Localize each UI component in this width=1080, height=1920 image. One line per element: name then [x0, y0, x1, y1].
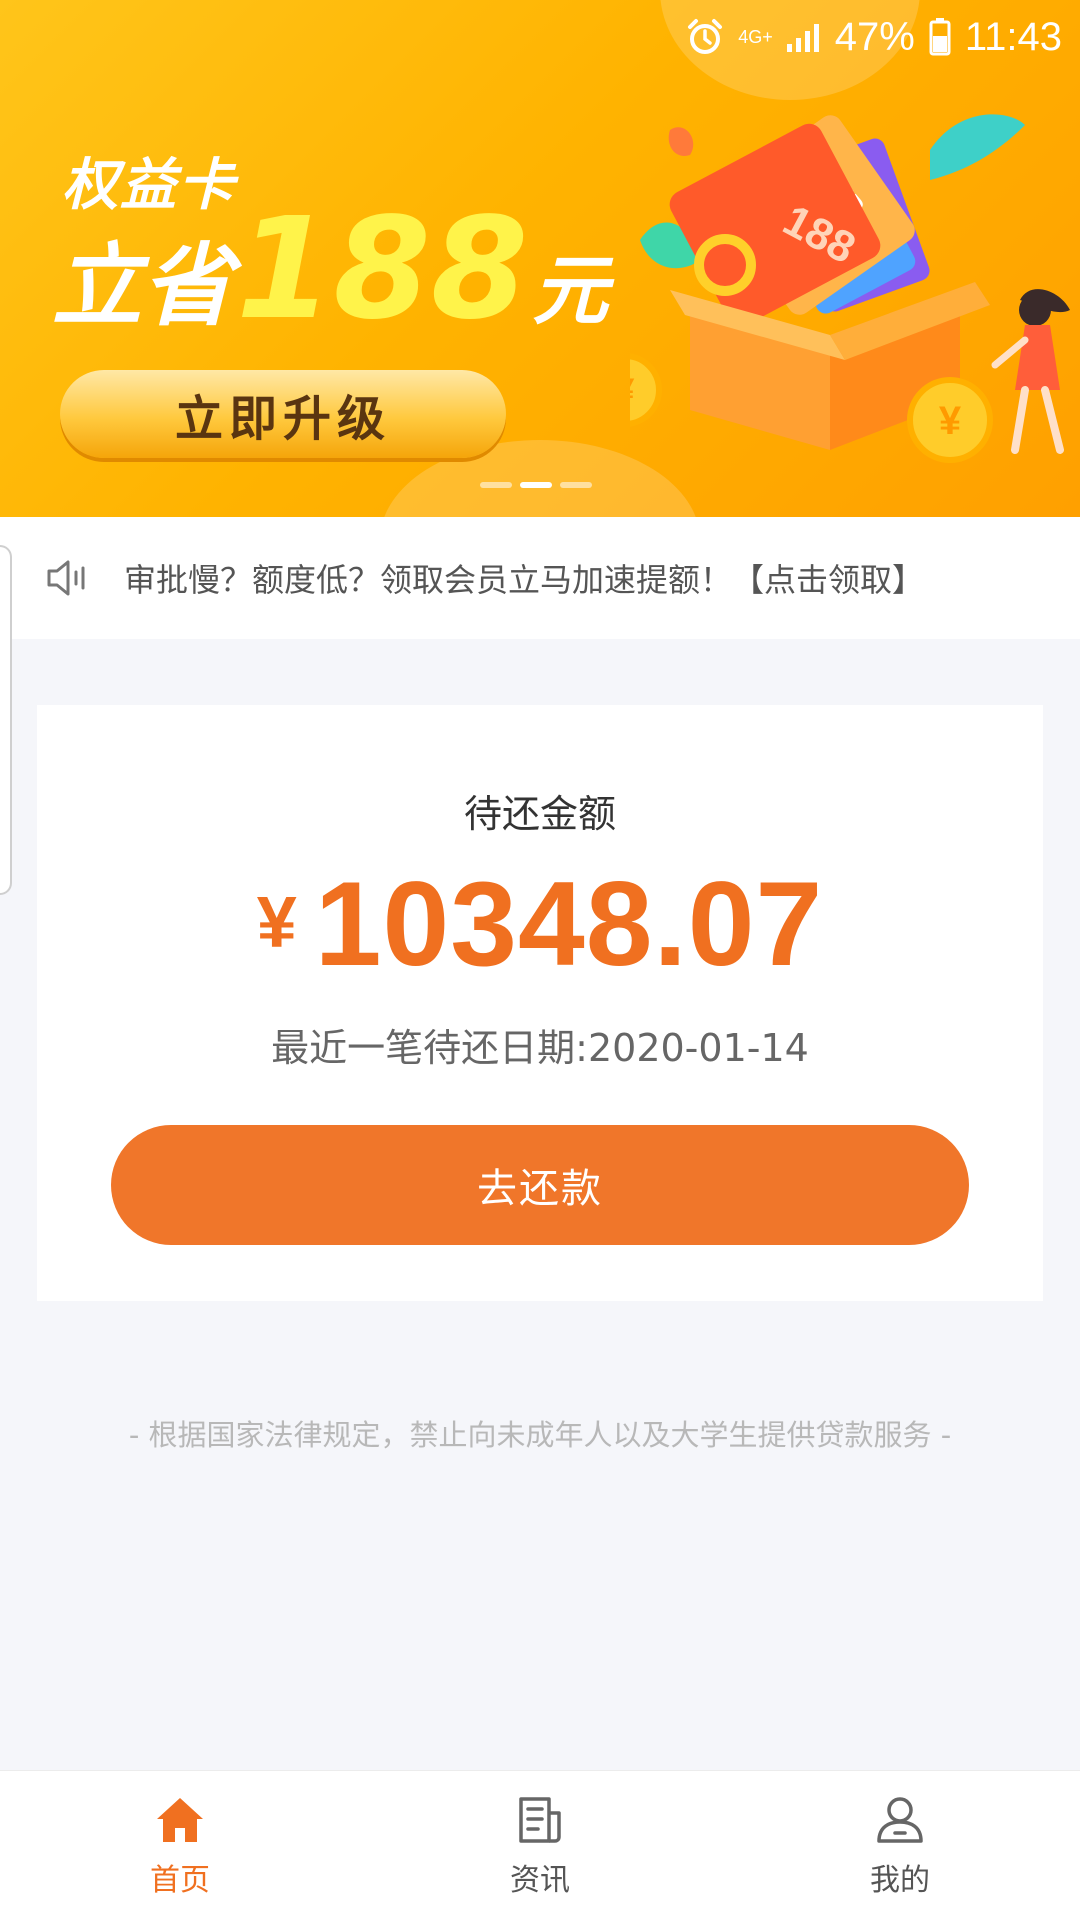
- upgrade-now-button[interactable]: 立即升级: [60, 370, 506, 458]
- coin-symbol: ¥: [630, 372, 635, 410]
- nav-label-home: 首页: [150, 1862, 210, 1898]
- notice-text[interactable]: 审批慢？额度低？领取会员立马加速提额！【点击领取】: [124, 555, 924, 601]
- nav-label-news: 资讯: [510, 1862, 570, 1898]
- carousel-indicator[interactable]: [480, 482, 592, 488]
- pending-amount-value: 10348.07: [314, 857, 824, 991]
- side-drawer-handle[interactable]: [0, 545, 12, 895]
- pending-amount-label: 待还金额: [463, 792, 616, 836]
- promo-headline-suffix: 元: [532, 246, 609, 335]
- repayment-card: 待还金额 ¥ 10348.07 最近一笔待还日期:2020-01-14 去还款: [37, 705, 1043, 1301]
- speaker-icon: [47, 560, 85, 596]
- carousel-dot-active[interactable]: [520, 482, 552, 488]
- nav-item-home[interactable]: 首页: [0, 1771, 360, 1920]
- gift-box-illustration: VIP 188 ¥ ¥: [630, 114, 1070, 463]
- promo-headline: 立省 188 元: [52, 200, 608, 340]
- network-type: 4G+: [738, 27, 773, 47]
- leaf-decoration: [668, 127, 694, 156]
- signal-icon: [786, 24, 819, 52]
- notice-bar[interactable]: 审批慢？额度低？领取会员立马加速提额！【点击领取】: [0, 517, 1080, 639]
- promo-headline-prefix: 立省: [52, 234, 232, 339]
- bottom-navigation: 首页 资讯 我的: [0, 1770, 1080, 1920]
- repay-button[interactable]: 去还款: [111, 1125, 969, 1245]
- home-icon: [157, 1797, 203, 1842]
- news-icon: [519, 1796, 561, 1843]
- pending-amount: ¥ 10348.07: [37, 855, 1043, 993]
- coin-symbol: ¥: [939, 399, 962, 443]
- leaf-decoration: [930, 114, 1025, 180]
- status-bar: 4G+ 47% 11:43: [686, 12, 1062, 62]
- promo-banner[interactable]: 4G+ 47% 11:43 权益卡 立省 188 元 立即升级 VIP 188: [0, 0, 1080, 517]
- currency-symbol: ¥: [256, 883, 297, 963]
- clock-time: 11:43: [964, 14, 1062, 59]
- nav-label-profile: 我的: [870, 1862, 930, 1898]
- legal-disclaimer: - 根据国家法律规定，禁止向未成年人以及大学生提供贷款服务 -: [128, 1418, 952, 1452]
- battery-percent: 47%: [834, 14, 915, 59]
- battery-icon: [929, 18, 951, 56]
- promo-headline-amount: 188: [236, 188, 529, 351]
- next-due-date: 最近一笔待还日期:2020-01-14: [271, 1026, 809, 1070]
- alarm-icon: [688, 19, 723, 54]
- nav-item-news[interactable]: 资讯: [360, 1771, 720, 1920]
- person-legs: [1011, 386, 1064, 454]
- nav-item-profile[interactable]: 我的: [720, 1771, 1080, 1920]
- profile-icon: [877, 1796, 923, 1843]
- carousel-dot[interactable]: [560, 482, 592, 488]
- person-body: [1015, 325, 1060, 390]
- carousel-dot[interactable]: [480, 482, 512, 488]
